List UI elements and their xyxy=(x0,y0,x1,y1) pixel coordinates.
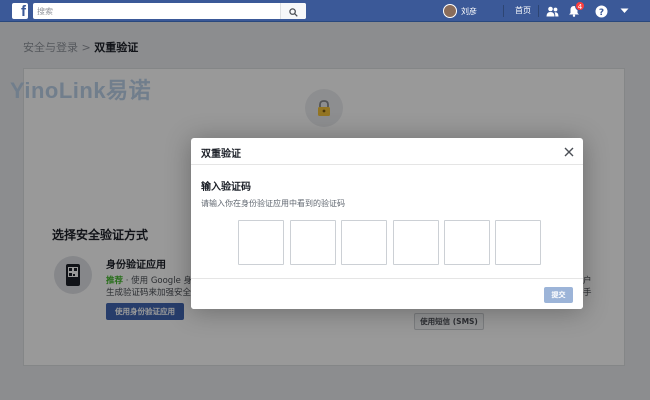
two-factor-dialog: 双重验证 输入验证码 请输入你在身份验证应用中看到的验证码 提交 xyxy=(191,138,583,309)
code-digit-1[interactable] xyxy=(238,220,284,265)
user-name: 刘彦 xyxy=(461,6,477,16)
facebook-logo[interactable]: f xyxy=(12,3,28,19)
search-input[interactable] xyxy=(37,3,277,19)
code-digit-3[interactable] xyxy=(341,220,387,265)
profile-link[interactable]: 刘彦 xyxy=(443,3,477,19)
avatar xyxy=(443,4,457,18)
dialog-title: 双重验证 xyxy=(201,149,241,160)
code-digit-2[interactable] xyxy=(290,220,336,265)
close-button[interactable] xyxy=(561,143,577,159)
search-button[interactable] xyxy=(280,3,306,19)
nav-divider xyxy=(538,5,539,17)
dialog-header: 双重验证 xyxy=(191,138,583,165)
top-navigation-bar: f 刘彦 首页 4 ? xyxy=(0,0,650,22)
nav-divider xyxy=(503,5,504,17)
close-icon xyxy=(564,142,574,161)
search-box xyxy=(33,3,306,19)
home-link[interactable]: 首页 xyxy=(515,3,531,19)
svg-text:?: ? xyxy=(598,7,603,17)
submit-button[interactable]: 提交 xyxy=(544,287,573,303)
code-digit-5[interactable] xyxy=(444,220,490,265)
code-digit-6[interactable] xyxy=(495,220,541,265)
code-heading: 输入验证码 xyxy=(201,182,251,193)
caret-down-icon[interactable] xyxy=(616,3,632,19)
dialog-footer: 提交 xyxy=(191,278,583,309)
help-icon[interactable]: ? xyxy=(593,3,609,19)
code-digit-4[interactable] xyxy=(393,220,439,265)
code-hint: 请输入你在身份验证应用中看到的验证码 xyxy=(201,199,345,208)
search-icon xyxy=(289,2,298,21)
friends-icon[interactable] xyxy=(544,3,560,19)
notification-badge: 4 xyxy=(575,1,585,11)
